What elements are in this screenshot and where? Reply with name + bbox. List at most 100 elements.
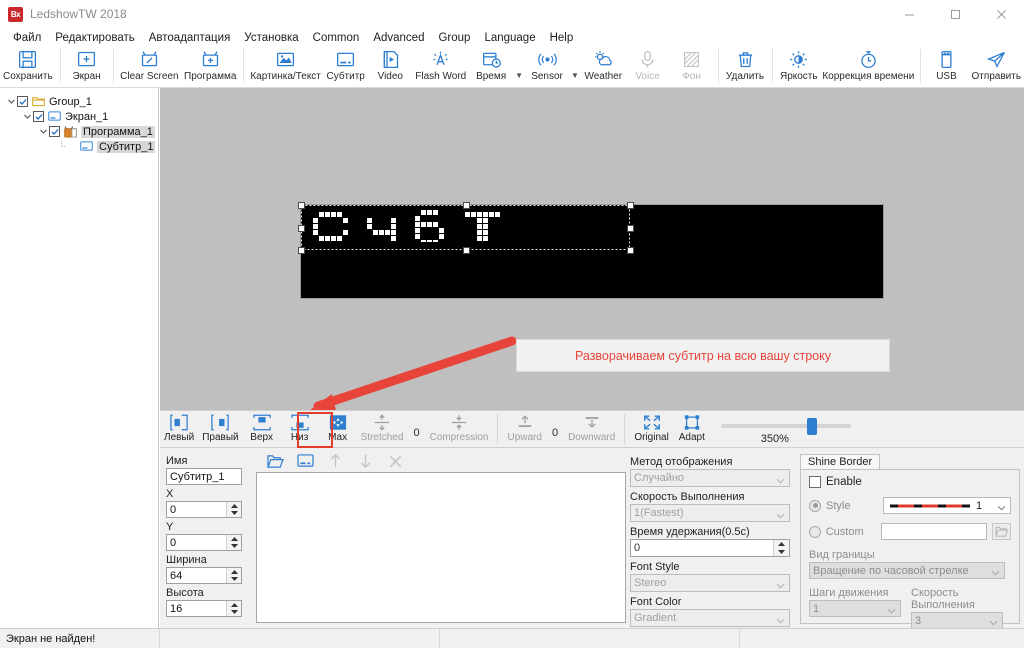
align-right-button[interactable]: Правый: [198, 411, 242, 448]
original-size-button[interactable]: Original: [630, 411, 672, 448]
subtitle-region[interactable]: [298, 202, 634, 254]
menu-item-advanced[interactable]: Advanced: [366, 31, 431, 45]
toolbar-brightness-button[interactable]: Яркость: [776, 47, 821, 88]
y-spin-down[interactable]: [227, 542, 241, 550]
align-bottom-button[interactable]: Низ: [281, 411, 319, 448]
chevron-down-icon[interactable]: [38, 126, 49, 137]
toolbar-weather-button[interactable]: Weather: [581, 47, 626, 88]
menu-item-edit[interactable]: Редактировать: [48, 31, 141, 45]
menu-item-common[interactable]: Common: [306, 31, 367, 45]
shine-speed-select[interactable]: 3: [911, 612, 1003, 629]
height-spin-up[interactable]: [227, 601, 241, 609]
resize-handle-sw[interactable]: [298, 247, 305, 254]
led-screen-preview[interactable]: [298, 202, 884, 299]
height-spin-down[interactable]: [227, 608, 241, 616]
resize-handle-e[interactable]: [627, 225, 634, 232]
toolbar-clear-screen-button[interactable]: Clear Screen: [118, 47, 182, 88]
toolbar-time-button[interactable]: Время: [469, 47, 513, 88]
chevron-down-icon[interactable]: [22, 111, 33, 122]
style-row[interactable]: Style 1: [809, 497, 1011, 514]
toolbar-program-button[interactable]: Программа: [181, 47, 239, 88]
tree-node-group[interactable]: Group_1: [0, 94, 158, 109]
enable-checkbox[interactable]: [809, 476, 821, 488]
menu-item-language[interactable]: Language: [477, 31, 542, 45]
font-color-select[interactable]: Gradient: [630, 609, 790, 627]
custom-browse-button[interactable]: [991, 523, 1012, 540]
maximize-region-icon: [329, 412, 347, 432]
toolbar-flash-word-button[interactable]: Flash Word: [412, 47, 469, 88]
border-type-select[interactable]: Вращение по часовой стрелке: [809, 562, 1005, 579]
tree-checkbox[interactable]: [17, 96, 28, 107]
toolbar-time-correction-button[interactable]: Коррекция времени: [821, 47, 915, 88]
steps-select[interactable]: 1: [809, 600, 901, 617]
toolbar-usb-button[interactable]: USB: [924, 47, 968, 88]
custom-row[interactable]: Custom: [809, 523, 1012, 540]
tree-checkbox[interactable]: [33, 111, 44, 122]
x-spinner[interactable]: [226, 502, 241, 517]
custom-input[interactable]: [881, 523, 987, 540]
maximize-icon[interactable]: [932, 0, 978, 28]
height-input[interactable]: 16: [166, 600, 242, 617]
adapt-button[interactable]: Adapt: [673, 411, 711, 448]
toolbar-subtitle-button[interactable]: Субтитр: [323, 47, 368, 88]
y-spin-up[interactable]: [227, 535, 241, 543]
minimize-icon[interactable]: [886, 0, 932, 28]
resize-handle-w[interactable]: [298, 225, 305, 232]
open-folder-icon[interactable]: [266, 452, 284, 470]
width-spin-up[interactable]: [227, 568, 241, 576]
x-spin-up[interactable]: [227, 502, 241, 510]
zoom-slider-thumb[interactable]: [806, 418, 817, 435]
maximize-region-button[interactable]: Max: [319, 411, 357, 448]
resize-handle-nw[interactable]: [298, 202, 305, 209]
name-input[interactable]: Субтитр_1: [166, 468, 242, 485]
chevron-down-icon[interactable]: [6, 96, 17, 107]
display-method-select[interactable]: Случайно: [630, 469, 790, 487]
enable-row[interactable]: Enable: [809, 476, 1011, 488]
menu-item-setup[interactable]: Установка: [237, 31, 305, 45]
y-spinner[interactable]: [226, 535, 241, 550]
style-radio[interactable]: [809, 499, 821, 512]
speed-select[interactable]: 1(Fastest): [630, 504, 790, 522]
tree-checkbox[interactable]: [49, 126, 60, 137]
new-subtitle-icon[interactable]: [296, 452, 314, 470]
toolbar-screen-button[interactable]: Экран: [65, 47, 109, 88]
x-spin-down[interactable]: [227, 509, 241, 517]
style-select[interactable]: 1: [883, 497, 1011, 514]
close-icon[interactable]: [978, 0, 1024, 28]
hold-time-input[interactable]: 0: [630, 539, 790, 557]
content-list-box[interactable]: [256, 472, 626, 623]
x-input[interactable]: 0: [166, 501, 242, 518]
hold-time-spinner[interactable]: [773, 540, 789, 556]
menu-item-help[interactable]: Help: [543, 31, 581, 45]
toolbar-video-button[interactable]: Video: [368, 47, 412, 88]
width-spinner[interactable]: [226, 568, 241, 583]
font-style-select[interactable]: Stereo: [630, 574, 790, 592]
resize-handle-ne[interactable]: [627, 202, 634, 209]
resize-handle-se[interactable]: [627, 247, 634, 254]
align-top-button[interactable]: Верх: [243, 411, 281, 448]
resize-handle-s[interactable]: [463, 247, 470, 254]
tab-shine-border[interactable]: Shine Border: [800, 454, 881, 469]
tree-node-program[interactable]: Программа_1: [0, 124, 158, 139]
align-left-button[interactable]: Левый: [160, 411, 198, 448]
height-spinner[interactable]: [226, 601, 241, 616]
tree-node-subtitle[interactable]: Субтитр_1: [0, 139, 158, 154]
zoom-slider[interactable]: 350%: [720, 411, 851, 447]
custom-radio[interactable]: [809, 525, 821, 538]
menu-item-file[interactable]: Файл: [6, 31, 48, 45]
tree-node-screen[interactable]: Экран_1: [0, 109, 158, 124]
zoom-slider-track[interactable]: [720, 424, 851, 428]
toolbar-send-button[interactable]: Отправить: [968, 47, 1024, 88]
menu-item-group[interactable]: Group: [431, 31, 477, 45]
width-input[interactable]: 64: [166, 567, 242, 584]
toolbar-sensor-button[interactable]: Sensor: [525, 47, 569, 88]
toolbar-image-text-button[interactable]: Картинка/Текст: [248, 47, 323, 88]
resize-handle-n[interactable]: [463, 202, 470, 209]
hold-time-spin-down[interactable]: [774, 548, 789, 556]
toolbar-save-button[interactable]: Сохранить: [0, 47, 56, 88]
menu-item-autoadapt[interactable]: Автоадаптация: [142, 31, 238, 45]
width-spin-down[interactable]: [227, 575, 241, 583]
toolbar-delete-button[interactable]: Удалить: [722, 47, 767, 88]
hold-time-spin-up[interactable]: [774, 540, 789, 548]
y-input[interactable]: 0: [166, 534, 242, 551]
